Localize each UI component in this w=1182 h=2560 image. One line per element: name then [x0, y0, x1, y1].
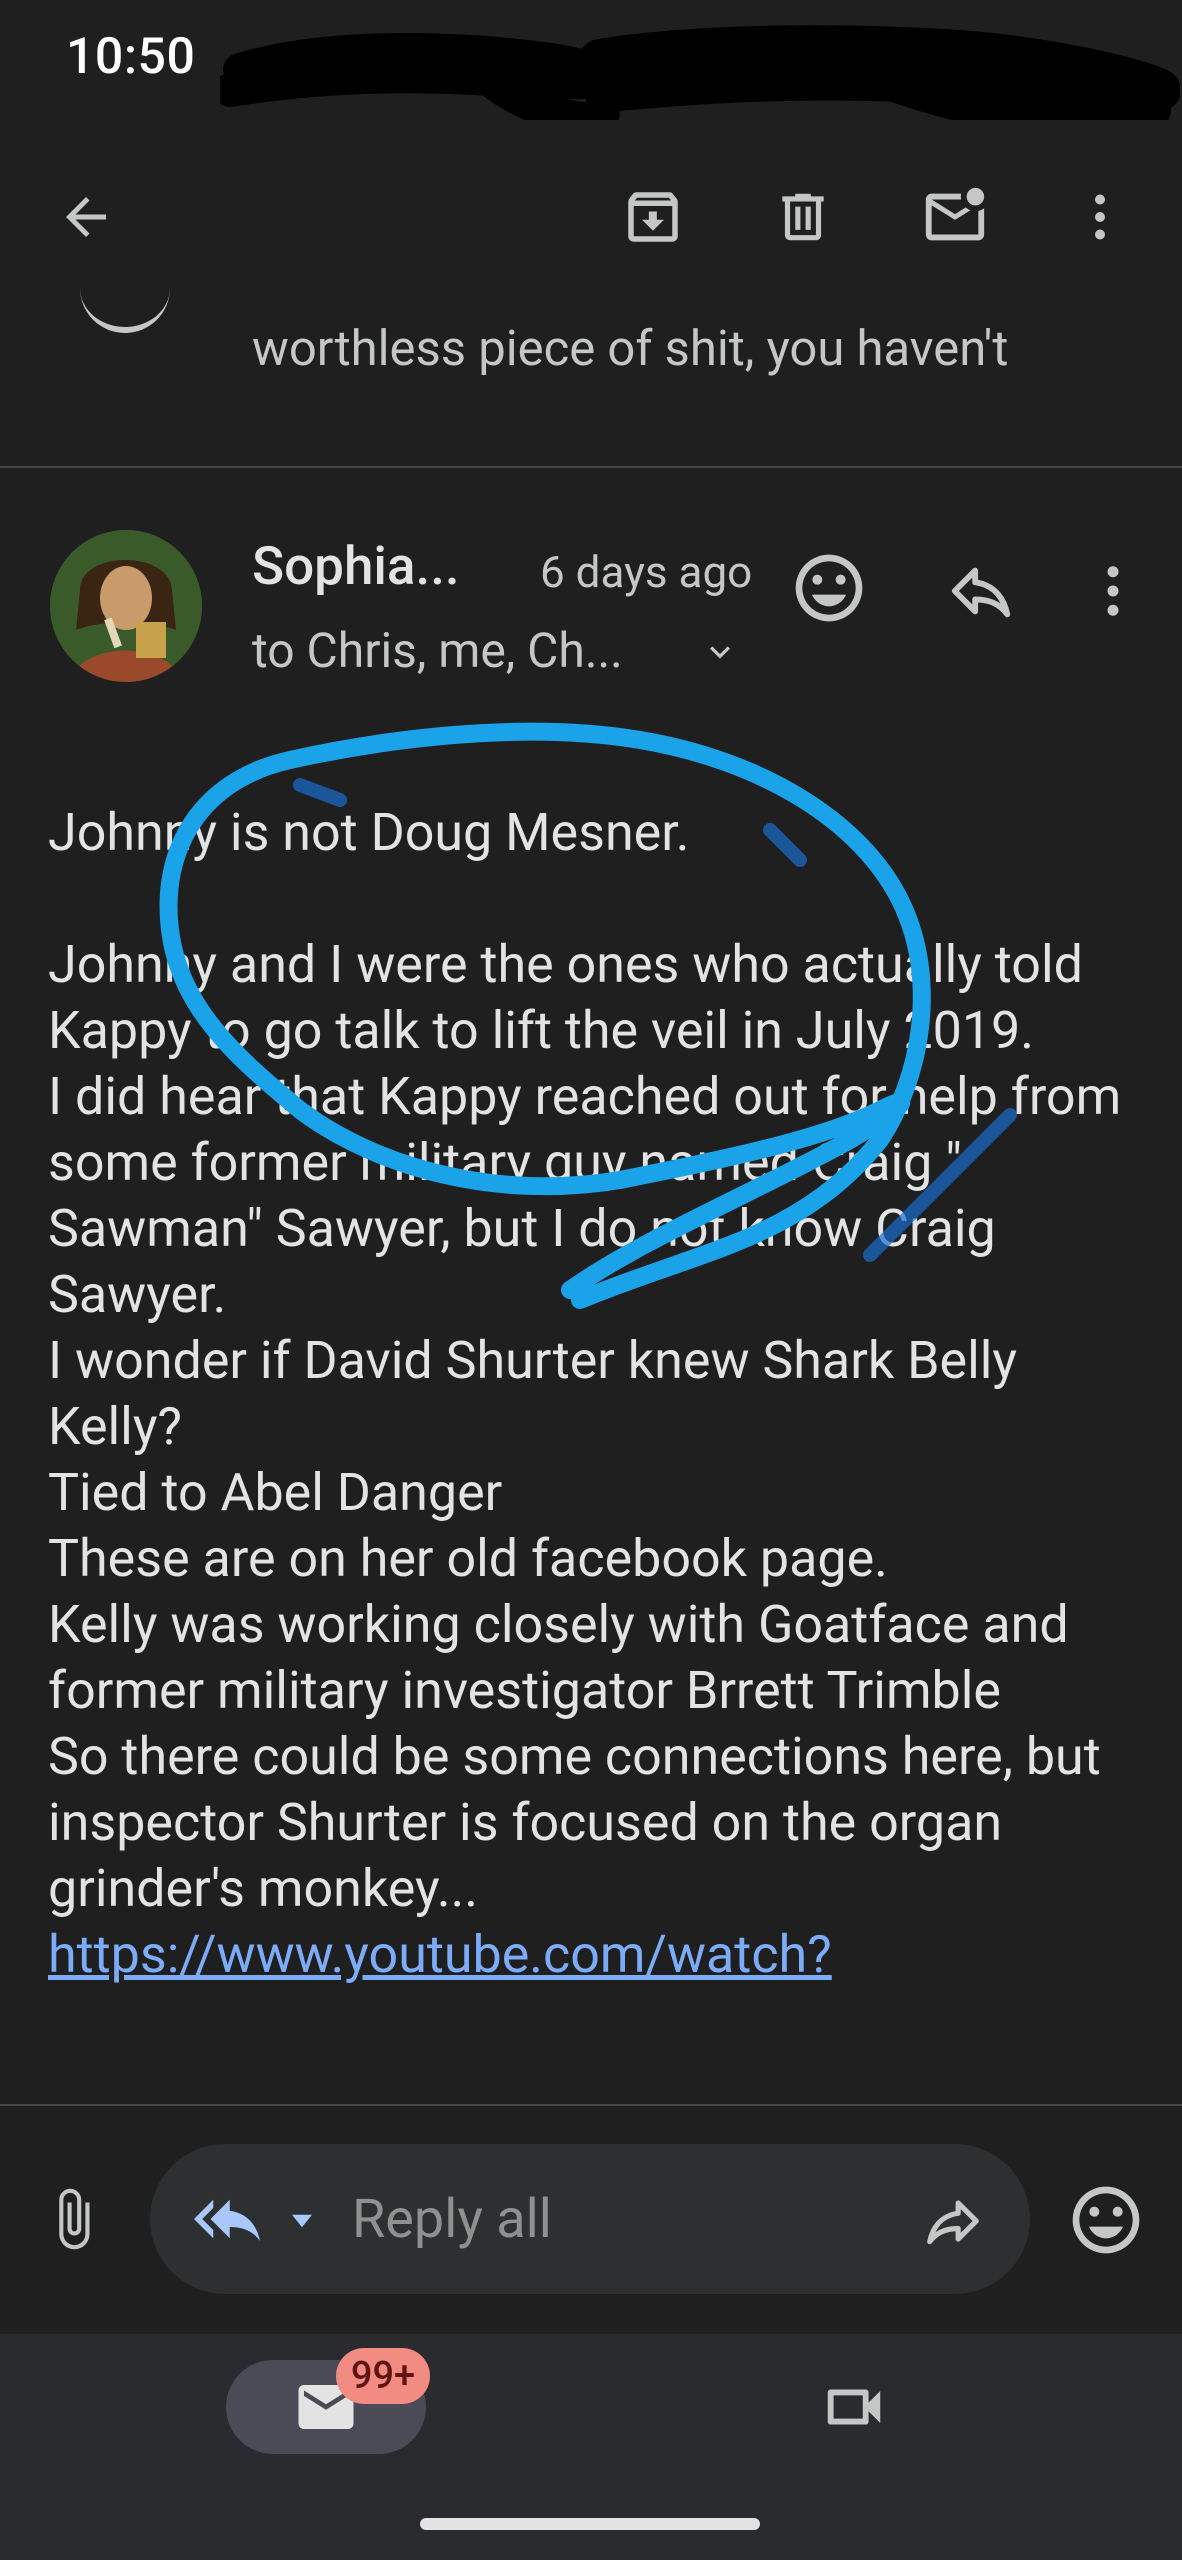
arrow-back-icon[interactable] — [36, 167, 136, 267]
youtube-link[interactable]: https://www.youtube.com/watch? — [48, 1924, 832, 1985]
home-indicator[interactable] — [420, 2518, 760, 2530]
avatar[interactable] — [50, 530, 202, 682]
message-time: 6 days ago — [540, 546, 753, 598]
body-line: So there could be some connections here,… — [48, 1726, 1101, 1919]
body-line: Johnny is not Doug Mesner. — [48, 802, 690, 863]
body-line: I did hear that Kappy reached out for he… — [48, 1066, 1122, 1325]
body-line: I wonder if David Shurter knew Shark Bel… — [48, 1330, 1017, 1457]
previous-message-snippet: worthless piece of shit, you haven't — [252, 320, 1009, 377]
sender-name[interactable]: Sophia... — [252, 535, 460, 597]
reply-type-dropdown-icon[interactable] — [284, 2206, 320, 2236]
top-toolbar — [0, 120, 1182, 320]
emoji-icon[interactable] — [1066, 2180, 1146, 2264]
avatar-portrait-icon — [50, 530, 202, 682]
body-line: Johnny and I were the ones who actually … — [48, 934, 1083, 1061]
mail-unread-icon[interactable] — [905, 167, 1005, 267]
trash-icon[interactable] — [753, 167, 853, 267]
more-vert-icon[interactable] — [1050, 167, 1150, 267]
body-line: Kelly was working closely with Goatface … — [48, 1594, 1069, 1721]
reply-icon[interactable] — [946, 556, 1016, 630]
add-reaction-icon[interactable] — [789, 548, 869, 632]
video-camera-icon — [827, 2389, 881, 2425]
body-line: Tied to Abel Danger — [48, 1462, 503, 1523]
body-line: These are on her old facebook page. — [48, 1528, 888, 1589]
chevron-down-icon[interactable] — [700, 632, 740, 672]
message-divider — [0, 466, 1182, 468]
recipients[interactable]: to Chris, me, Ch... — [252, 622, 623, 679]
mail-badge: 99+ — [336, 2348, 430, 2404]
reply-all-label: Reply all — [352, 2188, 552, 2251]
message-more-icon[interactable] — [1080, 556, 1146, 630]
message-body: Johnny is not Doug Mesner. Johnny and I … — [48, 800, 1158, 1988]
nav-meet-tab[interactable] — [816, 2372, 892, 2446]
reply-all-icon[interactable] — [192, 2186, 262, 2256]
message-body-viewport[interactable]: Johnny is not Doug Mesner. Johnny and I … — [0, 790, 1182, 2102]
archive-icon[interactable] — [603, 167, 703, 267]
reply-all-field[interactable] — [150, 2144, 1030, 2294]
body-line-blank — [48, 866, 1158, 932]
attach-icon[interactable] — [40, 2184, 106, 2258]
forward-icon[interactable] — [918, 2190, 988, 2256]
status-time: 10:50 — [66, 28, 196, 86]
